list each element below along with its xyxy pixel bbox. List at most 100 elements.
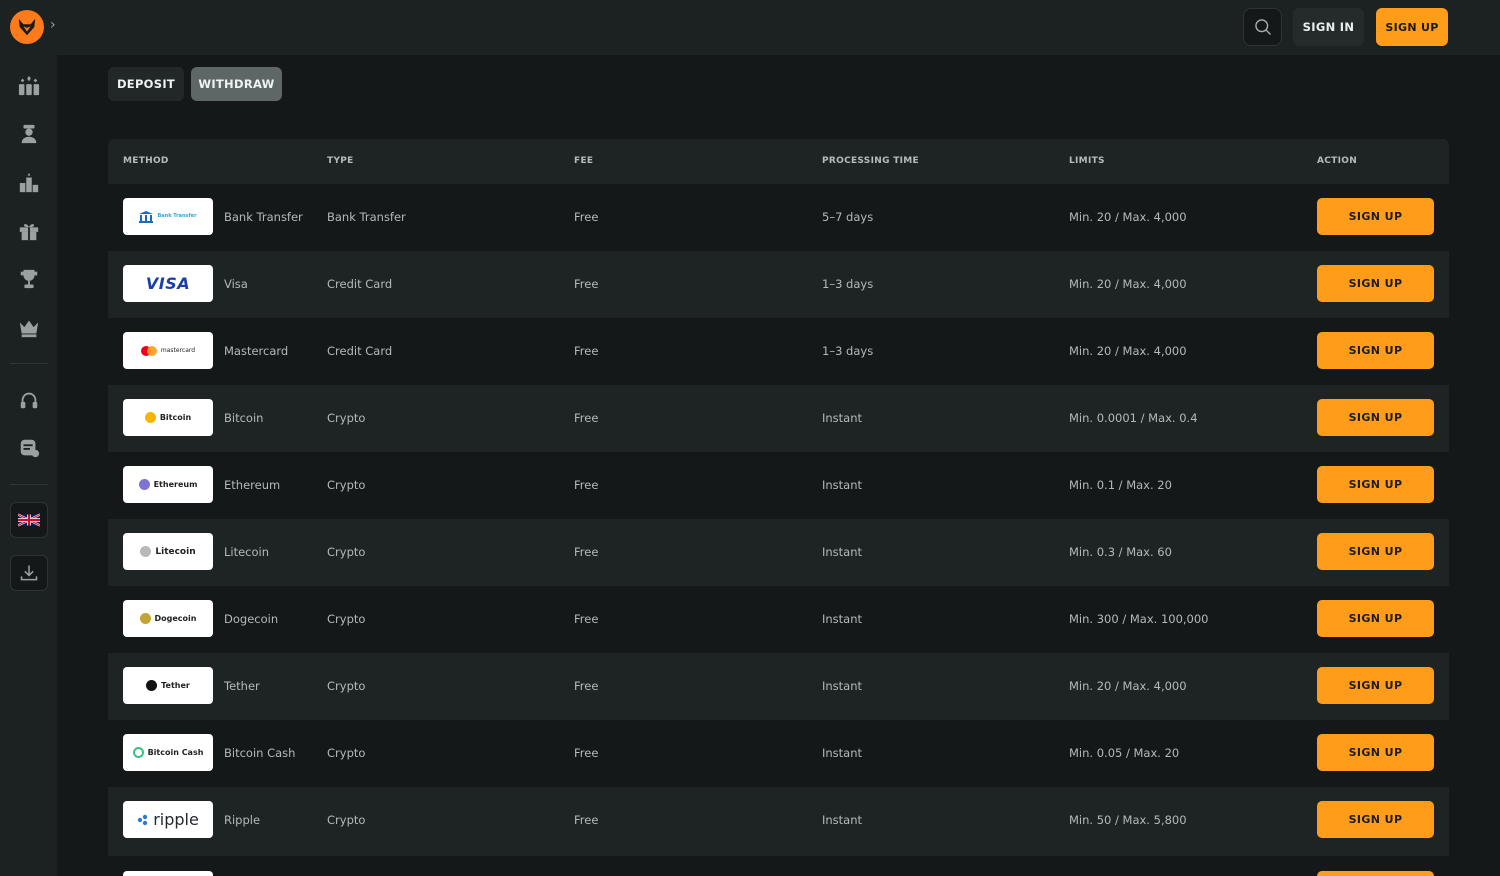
table-header: METHOD TYPE FEE PROCESSING TIME LIMITS A… xyxy=(108,139,1449,184)
sign-up-button[interactable]: SIGN UP xyxy=(1317,667,1434,704)
visa-logo: VISA xyxy=(123,265,213,302)
sidebar-divider xyxy=(10,484,48,485)
sign-up-button[interactable]: SIGN UP xyxy=(1376,8,1448,46)
ethereum-logo: Ethereum xyxy=(123,466,213,503)
uk-flag-icon xyxy=(18,513,40,527)
bitcoin-cash-logo: Bitcoin Cash xyxy=(123,734,213,771)
live-dealer-icon[interactable] xyxy=(16,121,42,147)
method-fee: Free xyxy=(574,612,599,626)
method-type: Crypto xyxy=(327,545,366,559)
ripple-icon xyxy=(137,814,148,825)
processing-time: 1–3 days xyxy=(822,277,874,291)
table-row: Dogecoin Dogecoin Crypto Free Instant Mi… xyxy=(108,586,1449,653)
mastercard-logo: mastercard xyxy=(123,332,213,369)
sidebar-divider xyxy=(10,363,48,364)
limits: Min. 50 / Max. 5,800 xyxy=(1069,813,1187,827)
method-type: Crypto xyxy=(327,679,366,693)
method-name: Dogecoin xyxy=(224,612,279,626)
table-row: Bitcoin Cash Bitcoin Cash Crypto Free In… xyxy=(108,720,1449,787)
column-header-fee: FEE xyxy=(574,156,594,166)
litecoin-logo: Litecoin xyxy=(123,533,213,570)
ripple-logo: ripple xyxy=(123,801,213,838)
method-name: Ethereum xyxy=(224,478,281,492)
method-fee: Free xyxy=(574,277,599,291)
method-name: Ripple xyxy=(224,813,261,827)
limits: Min. 0.3 / Max. 60 xyxy=(1069,545,1172,559)
limits: Min. 300 / Max. 100,000 xyxy=(1069,612,1209,626)
tab-deposit[interactable]: DEPOSIT xyxy=(108,67,184,101)
sign-up-button[interactable]: SIGN UP xyxy=(1317,801,1434,838)
method-type: Credit Card xyxy=(327,277,393,291)
tether-icon xyxy=(146,680,158,691)
method-fee: Free xyxy=(574,478,599,492)
method-type: Crypto xyxy=(327,813,366,827)
processing-time: Instant xyxy=(822,478,863,492)
sign-up-button[interactable]: SIGN UP xyxy=(1317,600,1434,637)
crown-icon[interactable] xyxy=(16,315,42,341)
method-fee: Free xyxy=(574,210,599,224)
processing-time: 1–3 days xyxy=(822,344,874,358)
dogecoin-icon xyxy=(139,613,151,624)
table-row: Litecoin Litecoin Crypto Free Instant Mi… xyxy=(108,519,1449,586)
support-chat-icon[interactable] xyxy=(16,435,42,461)
column-header-method: METHOD xyxy=(123,156,169,166)
method-type: Crypto xyxy=(327,478,366,492)
trophy-icon[interactable] xyxy=(16,266,42,292)
method-name: Tether xyxy=(224,679,260,693)
mastercard-circles-icon xyxy=(140,345,157,356)
tab-withdraw[interactable]: WITHDRAW xyxy=(191,67,282,101)
gift-icon[interactable] xyxy=(16,218,42,244)
sign-up-button[interactable]: SIGN UP xyxy=(1317,734,1434,771)
limits: Min. 20 / Max. 4,000 xyxy=(1069,344,1187,358)
processing-time: Instant xyxy=(822,612,863,626)
method-fee: Free xyxy=(574,545,599,559)
method-type: Crypto xyxy=(327,411,366,425)
table-row xyxy=(108,856,1449,876)
sign-up-button[interactable]: SIGN UP xyxy=(1317,198,1434,235)
download-button[interactable] xyxy=(10,555,48,591)
method-name: Visa xyxy=(224,277,248,291)
limits: Min. 0.1 / Max. 20 xyxy=(1069,478,1172,492)
headset-icon[interactable] xyxy=(16,387,42,413)
limits: Min. 20 / Max. 4,000 xyxy=(1069,679,1187,693)
leaderboard-icon[interactable] xyxy=(16,170,42,196)
method-type: Credit Card xyxy=(327,344,393,358)
partial-sign-up-button[interactable] xyxy=(1317,871,1434,876)
method-fee: Free xyxy=(574,679,599,693)
download-icon xyxy=(20,565,38,581)
sign-in-button[interactable]: SIGN IN xyxy=(1293,8,1364,46)
method-name: Litecoin xyxy=(224,545,270,559)
method-type: Crypto xyxy=(327,612,366,626)
sign-up-button[interactable]: SIGN UP xyxy=(1317,399,1434,436)
processing-time: Instant xyxy=(822,679,863,693)
method-fee: Free xyxy=(574,411,599,425)
processing-time: 5–7 days xyxy=(822,210,874,224)
search-button[interactable] xyxy=(1243,8,1282,46)
bitcoin-icon xyxy=(144,412,156,423)
sign-up-button[interactable]: SIGN UP xyxy=(1317,265,1434,302)
sign-up-button[interactable]: SIGN UP xyxy=(1317,466,1434,503)
table-row: Bank Transfer Bank Transfer Bank Transfe… xyxy=(108,184,1449,251)
fox-logo-icon[interactable] xyxy=(10,10,44,44)
sign-up-button[interactable]: SIGN UP xyxy=(1317,533,1434,570)
bank-transfer-logo: Bank Transfer xyxy=(123,198,213,235)
method-name: Bitcoin Cash xyxy=(224,746,296,760)
table-row: Bitcoin Bitcoin Crypto Free Instant Min.… xyxy=(108,385,1449,452)
method-type: Crypto xyxy=(327,746,366,760)
table-row: mastercard Mastercard Credit Card Free 1… xyxy=(108,318,1449,385)
slots-icon[interactable] xyxy=(16,73,42,99)
method-type: Bank Transfer xyxy=(327,210,406,224)
column-header-action: ACTION xyxy=(1317,156,1358,166)
partial-method-logo xyxy=(123,871,213,876)
column-header-processing-time: PROCESSING TIME xyxy=(822,156,919,166)
method-fee: Free xyxy=(574,746,599,760)
limits: Min. 0.0001 / Max. 0.4 xyxy=(1069,411,1198,425)
processing-time: Instant xyxy=(822,411,863,425)
method-fee: Free xyxy=(574,344,599,358)
sign-up-button[interactable]: SIGN UP xyxy=(1317,332,1434,369)
limits: Min. 0.05 / Max. 20 xyxy=(1069,746,1180,760)
language-selector[interactable] xyxy=(10,502,48,538)
processing-time: Instant xyxy=(822,746,863,760)
chevron-right-icon[interactable]: › xyxy=(50,17,56,33)
sidebar xyxy=(0,55,57,876)
